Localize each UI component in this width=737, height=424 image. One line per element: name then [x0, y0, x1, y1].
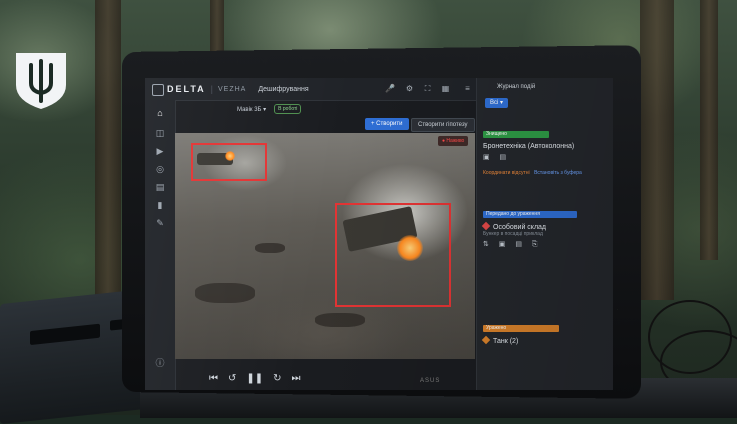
event-coords-row: Координати відсутні Встановіть з буфера	[483, 161, 608, 179]
live-indicator: ● Наживо	[438, 136, 469, 146]
layers-icon[interactable]: ◫	[155, 128, 165, 138]
detection-box[interactable]	[335, 203, 451, 307]
panel-title: Журнал подій	[497, 84, 536, 90]
app-logo: DELTA	[167, 84, 206, 94]
event-filter[interactable]: Всі ▾	[485, 98, 509, 108]
skip-back-icon[interactable]: ⏮	[209, 373, 218, 384]
tree-trunk	[700, 0, 718, 260]
event-title: Особовий склад	[481, 221, 608, 231]
target-marker-icon	[481, 335, 491, 345]
fullscreen-icon[interactable]: ⛶	[423, 84, 432, 93]
detection-box[interactable]	[191, 143, 267, 181]
target-marker-icon	[481, 221, 491, 231]
debris	[255, 243, 285, 253]
pause-icon[interactable]: ❚❚	[246, 373, 263, 384]
rewind-icon[interactable]: ↺	[228, 373, 236, 384]
grid-icon[interactable]: ▦	[441, 84, 450, 93]
info-icon[interactable]: ⓘ	[155, 358, 165, 368]
settings-icon[interactable]: ⚙	[405, 84, 414, 93]
event-card[interactable]: Уражено Танк (2)	[481, 316, 608, 345]
event-title-text: Особовий склад	[493, 224, 547, 231]
skip-forward-icon[interactable]: ⏭	[292, 373, 301, 384]
debris	[315, 313, 365, 327]
create-hypothesis-button[interactable]: Створити гіпотезу	[411, 118, 475, 132]
event-actions: ▣ ▤	[483, 154, 511, 161]
chart-icon[interactable]: ▮	[155, 200, 165, 210]
divider: |	[210, 84, 214, 94]
mode-selector[interactable]: Дешифрування	[258, 86, 308, 93]
event-status-chip: Знищено	[483, 131, 549, 138]
drone-selector[interactable]: Мавік 3Б ▾	[237, 106, 266, 113]
paste-coords-link[interactable]: Встановіть з буфера	[534, 170, 582, 176]
drone-video-feed[interactable]: ● Наживо	[175, 133, 475, 359]
app-module: VEZHA	[218, 85, 247, 93]
menu-icon[interactable]: ≡	[463, 84, 472, 93]
forward-icon[interactable]: ↻	[273, 373, 281, 384]
laptop-screen: DELTA | VEZHA Дешифрування 🎤 ⚙ ⛶ ▦ ≡ 👤 ⌂…	[145, 78, 613, 390]
tools-icon[interactable]: ✎	[155, 218, 165, 228]
laptop-brand: ASUS	[420, 378, 441, 384]
event-card[interactable]: Знищено Бронетехніка (Автоколонна) ▣ ▤ К…	[483, 122, 608, 179]
event-title-text: Танк (2)	[493, 338, 519, 345]
left-sidebar: ⌂ ◫ ▶ ◎ ▤ ▮ ✎ ⓘ	[145, 100, 176, 390]
event-subtitle: Бункер в посадці приклад	[483, 231, 543, 237]
create-button[interactable]: + Створити	[365, 118, 409, 130]
coords-warning: Координати відсутні	[483, 170, 530, 176]
microphone-icon[interactable]: 🎤	[385, 84, 395, 93]
video-icon[interactable]: ▶	[155, 146, 165, 156]
tree-trunk	[640, 0, 674, 300]
debris	[195, 283, 255, 303]
event-actions: ⇅ ▣ ▤ ⎘	[483, 241, 542, 248]
trident-emblem-icon	[16, 53, 66, 109]
report-icon[interactable]: ▤	[155, 182, 165, 192]
tree-trunk	[95, 0, 121, 300]
home-icon[interactable]: ⌂	[155, 108, 165, 118]
event-status-chip: Передано до ураження	[483, 211, 577, 218]
event-status-chip: Уражено	[483, 325, 559, 332]
delta-logo-icon	[152, 84, 164, 96]
event-title: Танк (2)	[481, 335, 608, 345]
device-port	[30, 323, 100, 346]
event-title: Бронетехніка (Автоколонна)	[483, 143, 575, 150]
event-log-panel: Журнал подій Всі ▾ Знищено Бронетехніка …	[476, 78, 613, 390]
video-toolbar: Мавік 3Б ▾ В роботі	[175, 100, 475, 118]
status-badge: В роботі	[274, 104, 302, 114]
target-icon[interactable]: ◎	[155, 164, 165, 174]
event-card[interactable]: Передано до ураження Особовий склад Бунк…	[481, 202, 608, 249]
